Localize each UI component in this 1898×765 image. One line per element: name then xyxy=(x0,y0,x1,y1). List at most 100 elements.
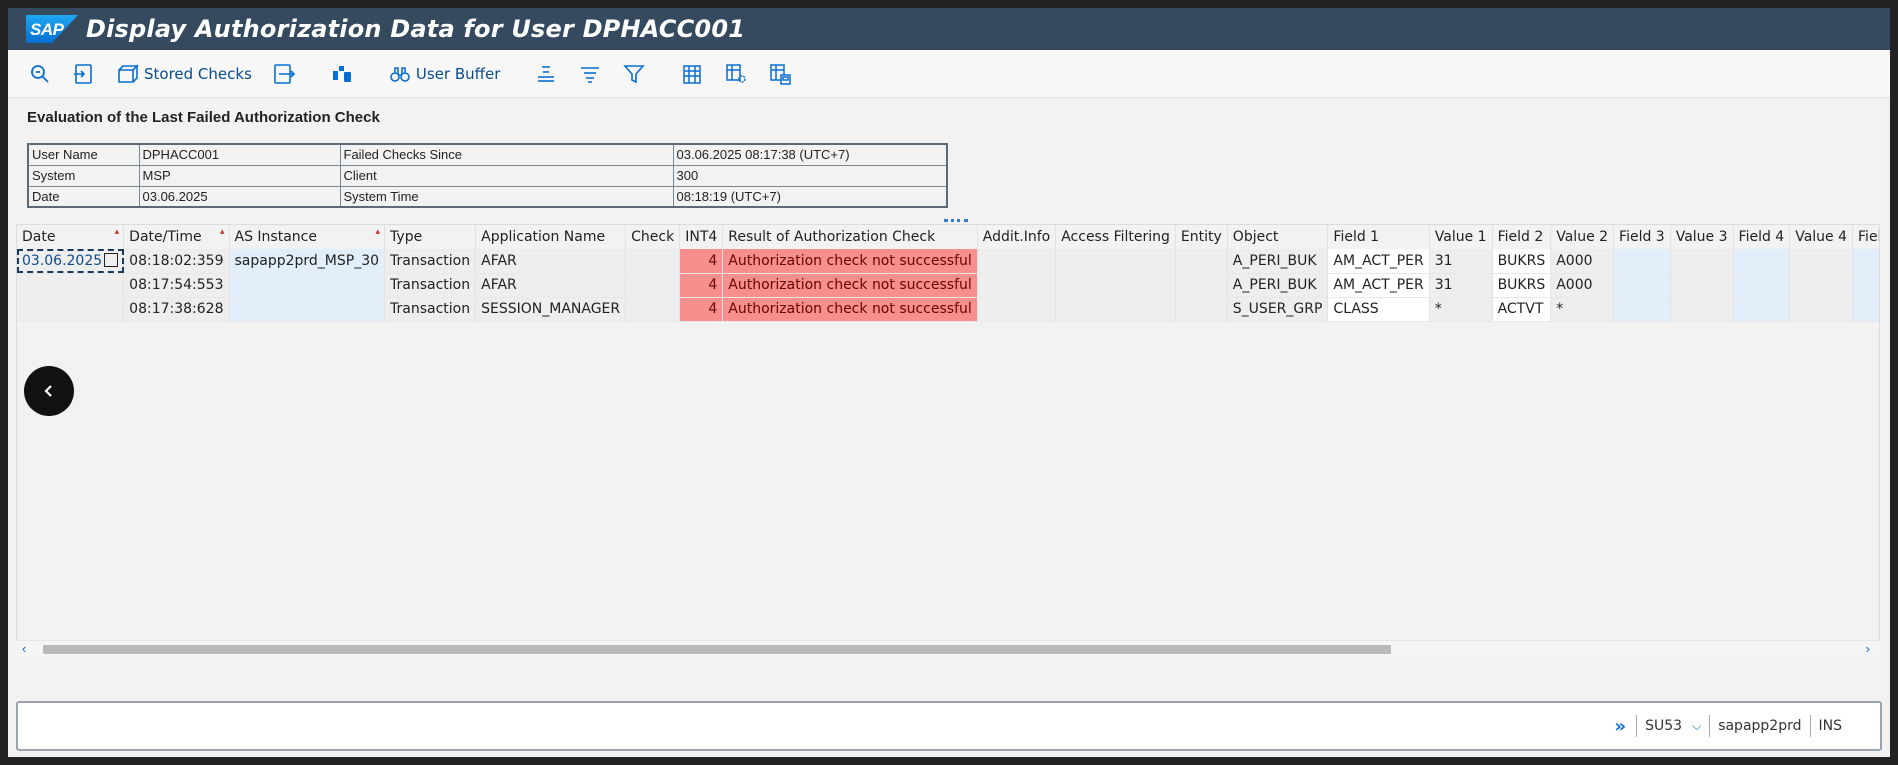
column-header[interactable]: Type xyxy=(384,225,477,249)
column-header[interactable]: Date ▴ xyxy=(17,225,125,249)
transaction-selector[interactable]: SU53 ⌵ xyxy=(1636,715,1709,737)
column-header[interactable]: Field 2 xyxy=(1492,225,1552,249)
table-cell[interactable] xyxy=(1175,273,1228,298)
table-cell[interactable] xyxy=(1613,249,1671,274)
scroll-right-icon[interactable]: › xyxy=(1866,641,1870,656)
table-cell[interactable] xyxy=(1852,249,1879,274)
table-cell[interactable] xyxy=(977,297,1057,322)
table-cell[interactable]: Authorization check not successful xyxy=(722,249,978,274)
column-header[interactable]: Check xyxy=(625,225,681,249)
table-cell[interactable] xyxy=(1613,297,1671,322)
import-button[interactable] xyxy=(66,57,102,91)
column-header[interactable]: Application Name xyxy=(475,225,627,249)
table-cell[interactable]: 4 xyxy=(679,273,724,298)
table-cell[interactable] xyxy=(17,297,125,322)
table-cell[interactable]: Authorization check not successful xyxy=(722,273,978,298)
table-cell[interactable] xyxy=(1852,297,1879,322)
save-layout-button[interactable] xyxy=(762,57,798,91)
status-expand[interactable]: » xyxy=(1606,715,1636,737)
table-cell[interactable]: S_USER_GRP xyxy=(1227,297,1329,322)
table-cell[interactable]: AFAR xyxy=(475,273,627,298)
column-header[interactable]: Field 3 xyxy=(1613,225,1671,249)
column-header[interactable]: Object xyxy=(1227,225,1329,249)
table-cell[interactable]: BUKRS xyxy=(1492,273,1552,298)
table-cell[interactable]: 03.06.2025 xyxy=(17,249,125,274)
table-cell[interactable] xyxy=(1670,297,1734,322)
role-button[interactable] xyxy=(324,57,360,91)
table-cell[interactable]: Transaction xyxy=(384,297,477,322)
table-cell[interactable]: 08:17:38:628 xyxy=(123,297,230,322)
table-cell[interactable] xyxy=(1852,273,1879,298)
column-header[interactable]: Date/Time ▴ xyxy=(123,225,230,249)
table-cell[interactable]: AFAR xyxy=(475,249,627,274)
table-cell[interactable] xyxy=(1789,249,1854,274)
column-header[interactable]: Field 4 xyxy=(1733,225,1791,249)
column-header[interactable]: Access Filtering xyxy=(1055,225,1176,249)
column-header[interactable]: Value 4 xyxy=(1789,225,1854,249)
column-header[interactable]: Value 1 xyxy=(1429,225,1493,249)
table-cell[interactable]: * xyxy=(1550,297,1615,322)
table-cell[interactable]: Authorization check not successful xyxy=(722,297,978,322)
table-cell[interactable] xyxy=(1175,249,1228,274)
table-cell[interactable] xyxy=(1733,249,1791,274)
table-cell[interactable]: * xyxy=(1429,297,1493,322)
table-cell[interactable] xyxy=(17,273,125,298)
table-cell[interactable]: 08:17:54:553 xyxy=(123,273,230,298)
table-cell[interactable] xyxy=(977,273,1057,298)
table-cell[interactable]: 31 xyxy=(1429,273,1493,298)
user-buffer-button[interactable]: User Buffer xyxy=(382,57,507,91)
select-layout-button[interactable] xyxy=(718,57,754,91)
layout-button[interactable] xyxy=(674,57,710,91)
value-help-icon[interactable] xyxy=(104,252,119,267)
table-cell[interactable] xyxy=(625,249,681,274)
table-row[interactable]: 03.06.2025 08:18:02:359 sapapp2prd_MSP_30 T… xyxy=(17,249,1879,274)
horizontal-scrollbar[interactable]: ‹ › xyxy=(16,640,1880,656)
table-cell[interactable]: Transaction xyxy=(384,273,477,298)
table-cell[interactable] xyxy=(1055,249,1176,274)
table-cell[interactable] xyxy=(229,297,386,322)
table-cell[interactable] xyxy=(1789,273,1854,298)
table-cell[interactable] xyxy=(1175,297,1228,322)
column-header[interactable]: Field 5 xyxy=(1852,225,1879,249)
resize-handle[interactable] xyxy=(944,219,968,222)
table-cell[interactable] xyxy=(977,249,1057,274)
table-cell[interactable]: SESSION_MANAGER xyxy=(475,297,627,322)
column-header[interactable]: INT4 xyxy=(679,225,724,249)
stored-checks-button[interactable]: Stored Checks xyxy=(110,57,258,91)
column-header[interactable]: Value 2 xyxy=(1550,225,1615,249)
table-cell[interactable]: sapapp2prd_MSP_30 xyxy=(229,249,386,274)
table-cell[interactable] xyxy=(1613,273,1671,298)
table-cell[interactable]: CLASS xyxy=(1327,297,1430,322)
column-header[interactable]: Entity xyxy=(1175,225,1228,249)
table-cell[interactable] xyxy=(1670,249,1734,274)
table-cell[interactable] xyxy=(625,297,681,322)
table-cell[interactable]: A000 xyxy=(1550,249,1615,274)
scrollbar-thumb[interactable] xyxy=(43,645,1391,654)
column-header[interactable]: Value 3 xyxy=(1670,225,1734,249)
table-cell[interactable]: A_PERI_BUK xyxy=(1227,273,1329,298)
table-cell[interactable]: 4 xyxy=(679,249,724,274)
sort-button[interactable] xyxy=(572,57,608,91)
table-cell[interactable] xyxy=(229,273,386,298)
table-cell[interactable]: 08:18:02:359 xyxy=(123,249,230,274)
table-cell[interactable]: Transaction xyxy=(384,249,477,274)
center-align-button[interactable] xyxy=(528,57,564,91)
table-cell[interactable] xyxy=(1670,273,1734,298)
table-row[interactable]: 08:17:38:628 Transaction SESSION_MANAGER 4 A… xyxy=(17,297,1879,322)
column-header[interactable]: Addit.Info xyxy=(977,225,1057,249)
table-cell[interactable] xyxy=(1789,297,1854,322)
table-row[interactable]: 08:17:54:553 Transaction AFAR 4 Authorizatio… xyxy=(17,273,1879,298)
table-cell[interactable]: A_PERI_BUK xyxy=(1227,249,1329,274)
column-header[interactable]: AS Instance ▴ xyxy=(229,225,386,249)
table-cell[interactable] xyxy=(1055,297,1176,322)
table-cell[interactable] xyxy=(1733,273,1791,298)
back-button[interactable] xyxy=(24,366,74,416)
column-header[interactable]: Field 1 xyxy=(1327,225,1430,249)
table-cell[interactable]: 4 xyxy=(679,297,724,322)
evaluate-button[interactable] xyxy=(22,57,58,91)
scroll-left-icon[interactable]: ‹ xyxy=(22,641,26,656)
table-cell[interactable]: BUKRS xyxy=(1492,249,1552,274)
export-button[interactable] xyxy=(266,57,302,91)
table-cell[interactable] xyxy=(1055,273,1176,298)
table-cell[interactable]: AM_ACT_PER xyxy=(1327,273,1430,298)
